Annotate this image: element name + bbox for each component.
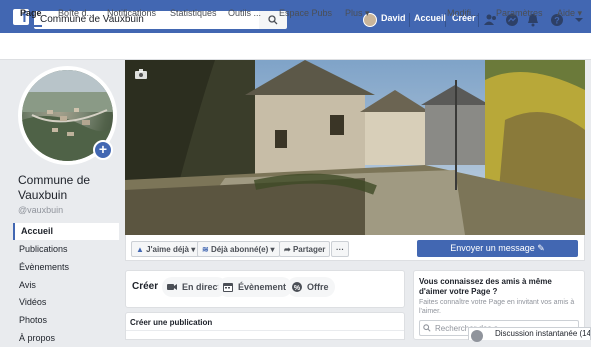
create-label: Créer [132, 281, 159, 292]
camera-icon[interactable] [135, 69, 147, 79]
tab-notifications[interactable]: Notifications [107, 0, 156, 27]
follow-label: Déjà abonné(e) ▾ [210, 245, 275, 254]
tab-inbox[interactable]: Boîte d... [58, 0, 94, 27]
share-arrow-icon: ➦ [284, 245, 291, 254]
share-label: Partager [292, 245, 326, 254]
tab-ad-center[interactable]: Espace Pubs [279, 0, 332, 27]
tab-help[interactable]: Aide ▾ [557, 0, 582, 27]
invite-friends-title: Vous connaissez des amis à même d'aimer … [419, 277, 552, 296]
sidebar-item-posts[interactable]: Publications [13, 241, 119, 258]
sidebar-item-photos[interactable]: Photos [13, 312, 119, 329]
create-event-label: Évènement [238, 282, 287, 292]
like-button[interactable]: ▲ J'aime déjà ▾ [131, 241, 201, 257]
divider [126, 330, 404, 331]
rss-icon: ≋ [202, 245, 209, 254]
tab-page[interactable]: Page [20, 0, 42, 27]
sidebar-item-events[interactable]: Évènements [13, 259, 119, 276]
page-title[interactable]: Commune de Vauxbuin [18, 173, 118, 203]
create-offer-label: Offre [307, 282, 329, 292]
tab-settings[interactable]: Paramètres [496, 0, 543, 27]
home-link[interactable]: Accueil [414, 8, 446, 28]
update-profile-picture-button[interactable]: + [93, 140, 113, 160]
like-label: J'aime déjà ▾ [146, 245, 196, 254]
go-live-button[interactable]: En direct [162, 277, 227, 297]
thumbs-up-icon: ▲ [136, 245, 144, 254]
video-camera-icon [167, 284, 177, 290]
sidebar-item-about[interactable]: À propos [13, 330, 119, 347]
page-navbar [0, 33, 591, 60]
create-offer-button[interactable]: % Offre [287, 277, 335, 297]
svg-text:%: % [294, 285, 301, 292]
sidebar-item-home[interactable]: Accueil [13, 223, 119, 240]
sidebar-item-reviews[interactable]: Avis [13, 277, 119, 294]
top-divider [409, 13, 410, 27]
chat-tab[interactable]: Discussion instantanée (146) [468, 327, 591, 340]
tab-edit[interactable]: Modifi... [447, 0, 479, 27]
create-post-label[interactable]: Créer une publication [130, 318, 212, 327]
follow-button[interactable]: ≋ Déjà abonné(e) ▾ [197, 241, 280, 257]
chat-settings-icon[interactable] [471, 330, 483, 342]
tab-insights[interactable]: Statistiques [170, 0, 217, 27]
offer-tag-icon: % [292, 282, 302, 292]
tab-publishing-tools[interactable]: Outils ... [228, 0, 261, 27]
sidebar-item-videos[interactable]: Vidéos [13, 294, 119, 311]
search-icon [423, 324, 431, 332]
more-options-button[interactable]: ··· [331, 241, 349, 257]
village-street-image [125, 60, 585, 235]
send-message-button[interactable]: Envoyer un message ✎ [417, 240, 578, 257]
user-name-link[interactable]: David [381, 8, 406, 28]
tab-more[interactable]: Plus ▾ [345, 0, 370, 27]
search-icon [268, 15, 278, 25]
create-event-button[interactable]: Évènement [218, 277, 293, 297]
top-divider [445, 13, 446, 27]
invite-friends-subtitle: Faites connaître votre Page en invitant … [419, 299, 575, 315]
cover-photo[interactable] [125, 60, 585, 235]
share-button[interactable]: ➦ Partager [279, 241, 331, 257]
calendar-icon [223, 283, 233, 292]
page-username[interactable]: @vauxbuin [18, 205, 63, 215]
go-live-label: En direct [182, 282, 221, 292]
